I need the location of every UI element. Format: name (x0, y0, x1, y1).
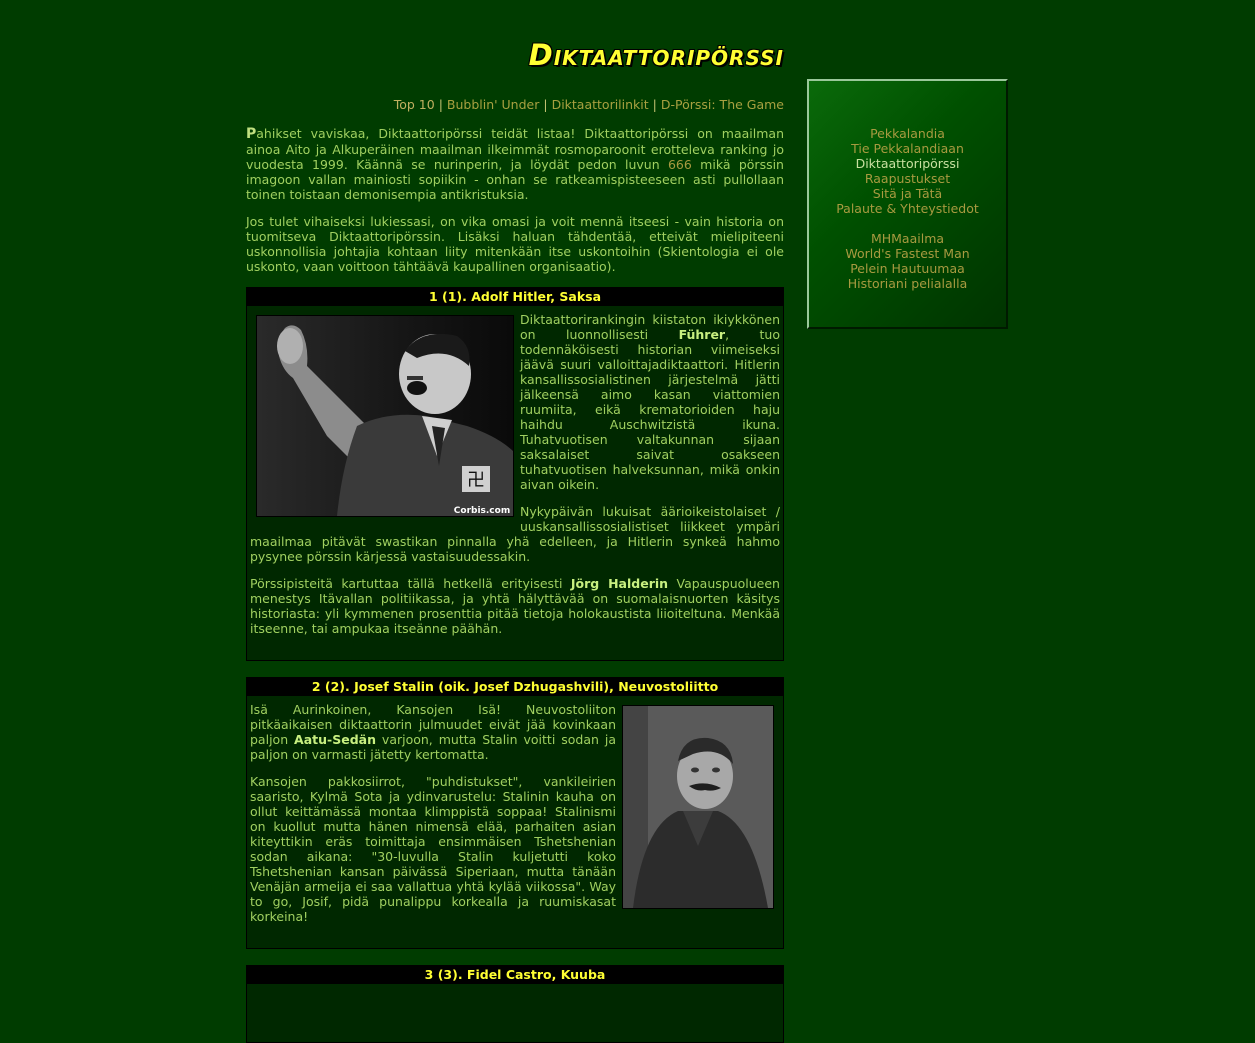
photo-credit: Corbis.com (454, 506, 510, 516)
sidebar-group-2: MHMaailma World's Fastest Man Pelein Hau… (809, 231, 1006, 291)
sidebar-item-historiani-pelialalla[interactable]: Historiani pelialalla (809, 276, 1006, 291)
ranking-entry-2: 2 (2). Josef Stalin (oik. Josef Dzhugash… (246, 677, 784, 949)
sidebar-item-pekkalandia[interactable]: Pekkalandia (809, 126, 1006, 141)
entry-body (247, 984, 783, 1042)
nav-top10[interactable]: Top 10 (394, 97, 435, 112)
beast-number: 666 (667, 157, 692, 172)
sidebar-item-pelein-hautuumaa[interactable]: Pelein Hautuumaa (809, 261, 1006, 276)
highlight-name: Führer (678, 327, 726, 342)
sidebar-item-worlds-fastest-man[interactable]: World's Fastest Man (809, 246, 1006, 261)
entry-title: 2 (2). Josef Stalin (oik. Josef Dzhugash… (247, 678, 783, 696)
intro-dropcap: P (246, 126, 257, 142)
nav-separator: | (652, 97, 657, 112)
sidebar-item-palaute[interactable]: Palaute & Yhteystiedot (809, 201, 1006, 216)
svg-text:卍: 卍 (467, 470, 485, 491)
sidebar-item-mhmaailma[interactable]: MHMaailma (809, 231, 1006, 246)
nav-d-porssi-game[interactable]: D-Pörssi: The Game (661, 97, 784, 112)
highlight-name: Jörg Halderin (570, 576, 669, 591)
sidebar-item-sita-ja-tata[interactable]: Sitä ja Tätä (809, 186, 1006, 201)
ranking-entry-1: 1 (1). Adolf Hitler, Saksa 卍 Corbis.com … (246, 287, 784, 661)
hitler-photo: 卍 Corbis.com (256, 315, 514, 517)
sidebar-item-tie-pekkalandiaan[interactable]: Tie Pekkalandiaan (809, 141, 1006, 156)
entry-text: Pörssipisteitä kartuttaa tällä hetkellä … (250, 576, 571, 591)
nav-diktaattorilinkit[interactable]: Diktaattorilinkit (552, 97, 649, 112)
entry-paragraph: Pörssipisteitä kartuttaa tällä hetkellä … (250, 576, 780, 636)
top-navigation: Top 10 | Bubblin' Under | Diktaattorilin… (246, 97, 784, 112)
intro-paragraph-1: Pahikset vaviskaa, Diktaattoripörssi tei… (246, 126, 784, 202)
site-logo-text: Diktaattoripörssi (528, 38, 784, 72)
entry-body: 卍 Corbis.com Diktaattorirankingin kiista… (247, 306, 783, 660)
site-logo[interactable]: Diktaattoripörssi (246, 38, 784, 76)
sidebar-item-raapustukset[interactable]: Raapustukset (809, 171, 1006, 186)
sidebar-item-diktaattoriporssi[interactable]: Diktaattoripörssi (809, 156, 1006, 171)
intro-paragraph-2: Jos tulet vihaiseksi lukiessasi, on vika… (246, 214, 784, 274)
entry-title: 3 (3). Fidel Castro, Kuuba (247, 966, 783, 984)
nav-separator: | (543, 97, 548, 112)
entry-body: Isä Aurinkoinen, Kansojen Isä! Neuvostol… (247, 696, 783, 948)
nav-bubblin-under[interactable]: Bubblin' Under (447, 97, 539, 112)
ranking-entry-3: 3 (3). Fidel Castro, Kuuba (246, 965, 784, 1043)
sidebar-menu: Pekkalandia Tie Pekkalandiaan Diktaattor… (807, 79, 1008, 329)
sidebar-group-1: Pekkalandia Tie Pekkalandiaan Diktaattor… (809, 126, 1006, 216)
entry-text: , tuo todennäköisesti historian viimeise… (520, 327, 781, 492)
stalin-photo (622, 705, 774, 909)
nav-separator: | (438, 97, 443, 112)
main-content: Diktaattoripörssi Top 10 | Bubblin' Unde… (246, 38, 784, 1043)
highlight-name: Aatu-Sedän (294, 732, 376, 747)
entry-title: 1 (1). Adolf Hitler, Saksa (247, 288, 783, 306)
